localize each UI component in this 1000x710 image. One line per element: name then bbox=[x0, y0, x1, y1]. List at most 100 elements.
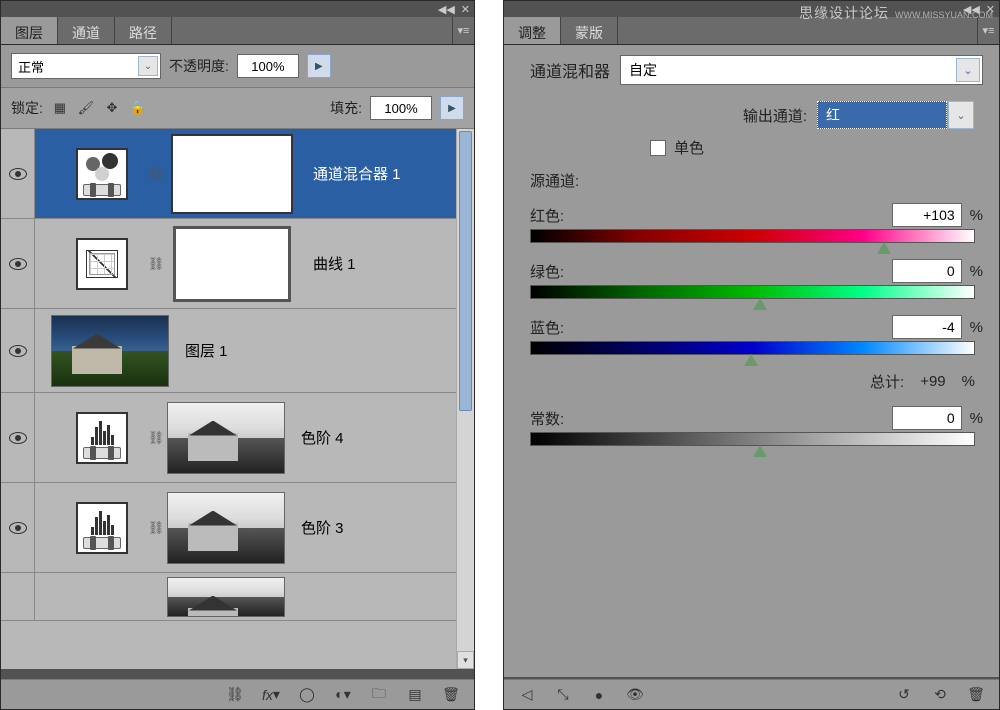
percent-label: % bbox=[970, 263, 983, 280]
blue-value[interactable]: -4 bbox=[892, 315, 962, 339]
layer-thumbnail[interactable] bbox=[51, 315, 169, 387]
link-icon[interactable]: ⛓ bbox=[145, 256, 167, 272]
opacity-flyout-icon[interactable]: ▶ bbox=[307, 54, 331, 78]
fill-value[interactable]: 100% bbox=[370, 96, 432, 120]
delete-icon[interactable]: 🗑 bbox=[440, 684, 462, 706]
tab-masks[interactable]: 蒙版 bbox=[561, 17, 618, 44]
layer-name[interactable]: 色阶 3 bbox=[285, 517, 474, 538]
titlebar: ◀◀ ✕ bbox=[1, 1, 474, 17]
blue-slider-row: 蓝色: -4 % bbox=[530, 315, 983, 355]
link-icon[interactable]: ⛓ bbox=[145, 166, 167, 182]
adjustment-body: 通道混和器 自定 ⌄ 输出通道: 红 ⌄ 单色 源通道: 红色: +103 % bbox=[504, 45, 999, 677]
panel-menu-icon[interactable]: ▾≡ bbox=[452, 17, 474, 44]
visibility-icon[interactable]: 👁 bbox=[624, 684, 646, 706]
preset-dropdown[interactable]: 自定 ⌄ bbox=[620, 55, 983, 85]
slider-handle[interactable] bbox=[877, 242, 891, 254]
lock-icons: ▦ 🖌 ✥ 🔒 bbox=[51, 99, 147, 117]
tab-paths[interactable]: 路径 bbox=[115, 17, 172, 44]
adjustment-title: 通道混和器 bbox=[530, 58, 610, 82]
preset-value: 自定 bbox=[629, 60, 657, 80]
link-layers-icon[interactable]: ⛓ bbox=[224, 684, 246, 706]
green-value[interactable]: 0 bbox=[892, 259, 962, 283]
scroll-thumb[interactable] bbox=[459, 131, 472, 411]
channel-mixer-icon bbox=[76, 148, 128, 200]
lock-label: 锁定: bbox=[11, 98, 43, 118]
visibility-icon[interactable] bbox=[9, 258, 27, 270]
layer-name[interactable]: 通道混合器 1 bbox=[297, 163, 474, 184]
red-value[interactable]: +103 bbox=[892, 203, 962, 227]
collapse-icon[interactable]: ◀◀ bbox=[438, 3, 455, 16]
layer-row[interactable]: 图层 1 bbox=[1, 309, 474, 393]
constant-slider-row: 常数: 0 % bbox=[530, 406, 983, 446]
fx-icon[interactable]: fx▾ bbox=[260, 684, 282, 706]
adjustments-bottom-bar: ◁ ⤡ ● 👁 ↺ ⟲ 🗑 bbox=[504, 679, 999, 709]
red-slider-row: 红色: +103 % bbox=[530, 203, 983, 243]
clip-icon[interactable]: ● bbox=[588, 684, 610, 706]
total-label: 总计: bbox=[870, 371, 904, 392]
delete-icon[interactable]: 🗑 bbox=[965, 684, 987, 706]
reset-icon[interactable]: ⟲ bbox=[929, 684, 951, 706]
layer-row[interactable]: ⛓ 色阶 4 bbox=[1, 393, 474, 483]
slider-handle[interactable] bbox=[753, 445, 767, 457]
layer-name[interactable]: 图层 1 bbox=[169, 340, 474, 361]
close-icon[interactable]: ✕ bbox=[461, 3, 470, 16]
monochrome-row: 单色 bbox=[650, 137, 983, 158]
link-icon[interactable]: ⛓ bbox=[145, 430, 167, 446]
chevron-down-icon: ⌄ bbox=[948, 101, 974, 129]
lock-all-icon[interactable]: 🔒 bbox=[129, 99, 147, 117]
layer-mask[interactable] bbox=[173, 226, 291, 302]
previous-state-icon[interactable]: ↺ bbox=[893, 684, 915, 706]
lock-transparency-icon[interactable]: ▦ bbox=[51, 99, 69, 117]
constant-slider[interactable] bbox=[530, 432, 975, 446]
blend-row: 正常 ⌄ 不透明度: 100% ▶ bbox=[1, 45, 474, 88]
expand-icon[interactable]: ⤡ bbox=[552, 684, 574, 706]
visibility-icon[interactable] bbox=[9, 432, 27, 444]
visibility-icon[interactable] bbox=[9, 522, 27, 534]
watermark: 思缘设计论坛WWW.MISSYUAN.COM bbox=[799, 3, 993, 23]
add-mask-icon[interactable]: ◯ bbox=[296, 684, 318, 706]
layer-row[interactable]: ⛓ 曲线 1 bbox=[1, 219, 474, 309]
adjustment-layer-icon[interactable]: ◐▾ bbox=[332, 684, 354, 706]
layer-row[interactable]: ⛓ 色阶 3 bbox=[1, 483, 474, 573]
levels-icon bbox=[76, 502, 128, 554]
tab-row: 图层 通道 路径 ▾≡ bbox=[1, 17, 474, 45]
back-icon[interactable]: ◁ bbox=[516, 684, 538, 706]
scrollbar[interactable]: ▾ bbox=[456, 129, 474, 669]
blue-slider[interactable] bbox=[530, 341, 975, 355]
layer-name[interactable]: 曲线 1 bbox=[297, 253, 474, 274]
tab-adjustments[interactable]: 调整 bbox=[504, 17, 561, 44]
layer-name[interactable]: 色阶 4 bbox=[285, 427, 474, 448]
fill-flyout-icon[interactable]: ▶ bbox=[440, 96, 464, 120]
layer-row[interactable]: ⛓ 通道混合器 1 bbox=[1, 129, 474, 219]
constant-value[interactable]: 0 bbox=[892, 406, 962, 430]
layer-mask[interactable] bbox=[173, 136, 291, 212]
group-icon[interactable]: 🗀 bbox=[368, 684, 390, 706]
tab-channels[interactable]: 通道 bbox=[58, 17, 115, 44]
output-channel-dropdown[interactable]: 红 ⌄ bbox=[817, 101, 947, 129]
tab-layers[interactable]: 图层 bbox=[1, 17, 58, 44]
adjustments-panel: 思缘设计论坛WWW.MISSYUAN.COM ◀◀ ✕ 调整 蒙版 ▾≡ 通道混… bbox=[503, 0, 1000, 710]
total-row: 总计: +99 % bbox=[530, 371, 975, 392]
red-slider[interactable] bbox=[530, 229, 975, 243]
slider-handle[interactable] bbox=[744, 354, 758, 366]
scroll-down-icon[interactable]: ▾ bbox=[457, 651, 474, 669]
layer-mask[interactable] bbox=[167, 577, 285, 617]
visibility-icon[interactable] bbox=[9, 168, 27, 180]
slider-handle[interactable] bbox=[753, 298, 767, 310]
green-slider[interactable] bbox=[530, 285, 975, 299]
visibility-icon[interactable] bbox=[9, 345, 27, 357]
lock-pixels-icon[interactable]: 🖌 bbox=[77, 99, 95, 117]
layer-mask[interactable] bbox=[167, 492, 285, 564]
output-row: 输出通道: 红 ⌄ bbox=[530, 101, 983, 129]
layer-row[interactable] bbox=[1, 573, 474, 621]
opacity-value[interactable]: 100% bbox=[237, 54, 299, 78]
blend-mode-dropdown[interactable]: 正常 ⌄ bbox=[11, 53, 161, 79]
lock-position-icon[interactable]: ✥ bbox=[103, 99, 121, 117]
monochrome-checkbox[interactable] bbox=[650, 140, 666, 156]
percent-label: % bbox=[962, 373, 975, 390]
new-layer-icon[interactable]: ▤ bbox=[404, 684, 426, 706]
green-slider-row: 绿色: 0 % bbox=[530, 259, 983, 299]
layer-mask[interactable] bbox=[167, 402, 285, 474]
link-icon[interactable]: ⛓ bbox=[145, 520, 167, 536]
red-label: 红色: bbox=[530, 205, 564, 226]
